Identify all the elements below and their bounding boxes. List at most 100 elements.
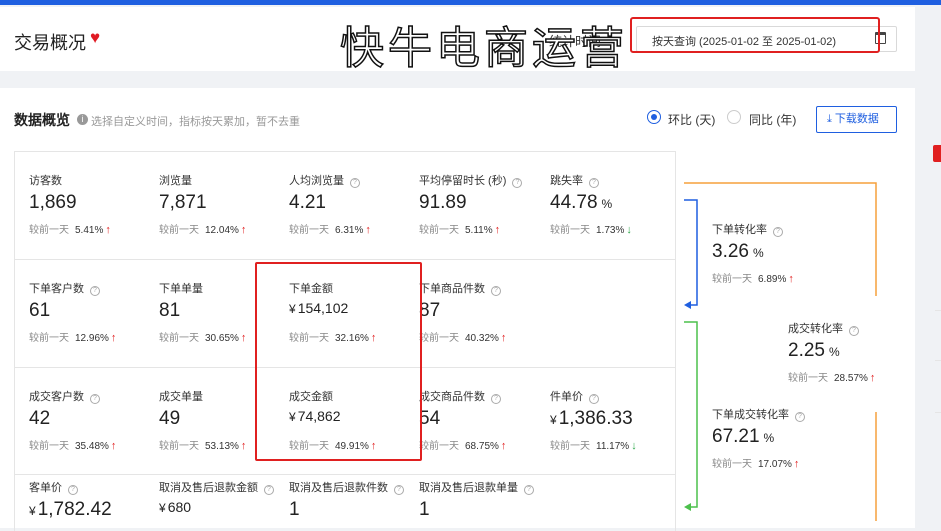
metric-value: 54 [419,408,441,429]
page-title: 交易概况 [14,33,86,53]
metric-order-items[interactable]: 下单商品件数? 87 较前一天 40.32% ↑ [419,280,549,344]
metric-value: 1,869 [29,192,77,213]
help-icon[interactable]: ? [491,394,501,404]
arrow-up-icon: ↑ [240,224,247,236]
arrow-up-icon: ↑ [110,332,117,344]
download-icon: ⤓ [827,113,832,125]
metric-label: 跳失率? [550,172,680,188]
metric-value: 1 [289,499,300,520]
side-tab[interactable] [933,145,941,162]
metric-compare: 较前一天 17.07% ↑ [712,458,800,470]
metric-label: 取消及售后退款单量? [419,479,549,495]
arrow-up-icon: ↑ [869,372,876,384]
section-hint: 选择自定义时间，指标按天累加，暂不去重 [91,116,300,128]
download-button[interactable]: ⤓ 下载数据 [816,106,897,133]
arrow-up-icon: ↑ [365,224,371,236]
date-highlight-box [630,17,880,53]
metric-avg-pv[interactable]: 人均浏览量? 4.21 较前一天 6.31% ↑ [289,172,419,236]
download-label: 下载数据 [834,113,879,125]
metric-avg-stay[interactable]: 平均停留时长 (秒)? 91.89 较前一天 5.11% ↑ [419,172,549,236]
metric-compare: 较前一天 5.11% ↑ [419,224,501,236]
metric-deal-items[interactable]: 成交商品件数? 54 较前一天 68.75% ↑ [419,388,549,452]
help-icon[interactable]: ? [264,485,274,495]
help-icon[interactable]: ? [350,178,360,188]
metric-value: 67.21% [712,426,775,447]
funnel-order-deal-conv[interactable]: 下单成交转化率? 67.21% 较前一天 17.07% ↑ [712,406,842,470]
metric-unit-price[interactable]: 件单价? ¥1,386.33 较前一天 11.17% ↓ [550,388,680,452]
row-divider [14,474,676,475]
arrow-up-icon: ↑ [105,224,111,236]
help-icon[interactable]: ? [491,286,501,296]
arrow-up-icon: ↑ [240,440,247,452]
help-icon[interactable]: ? [90,394,100,404]
heart-icon: ♥ [90,28,101,47]
arrow-up-icon: ↑ [494,224,501,236]
help-icon[interactable]: ? [589,394,599,404]
metric-compare: 较前一天 6.31% ↑ [289,224,371,236]
metric-value: 42 [29,408,51,429]
arrow-down-icon: ↓ [631,440,637,452]
help-icon[interactable]: ? [524,485,534,495]
metric-label: 平均停留时长 (秒)? [419,172,549,188]
metric-label: 浏览量 [159,175,192,187]
metric-compare: 较前一天 6.89% ↑ [712,273,794,285]
metric-label: 客单价? [29,479,159,495]
metric-label: 件单价? [550,388,680,404]
metric-order-customers[interactable]: 下单客户数? 61 较前一天 12.96% ↑ [29,280,159,344]
side-divider [935,310,941,311]
metric-label: 成交客户数? [29,388,159,404]
help-icon[interactable]: ? [90,286,100,296]
metric-compare: 较前一天 68.75% ↑ [419,440,507,452]
help-icon[interactable]: ? [795,412,805,422]
arrow-up-icon: ↑ [500,332,507,344]
metric-refund-amount[interactable]: 取消及售后退款金额? ¥680 [159,479,289,521]
radio-year-label[interactable]: 同比 (年) [749,111,796,128]
info-icon: i [77,114,88,125]
metric-refund-items[interactable]: 取消及售后退款件数? 1 [289,479,419,521]
funnel-deal-conv[interactable]: 成交转化率? 2.25% 较前一天 28.57% ↑ [788,320,918,384]
metric-label: 成交转化率? [788,320,918,336]
help-icon[interactable]: ? [512,178,523,188]
help-icon[interactable]: ? [68,485,78,495]
help-icon[interactable]: ? [773,227,783,237]
metric-compare: 较前一天 5.41% ↑ [29,224,111,236]
side-divider [935,360,941,361]
metric-label: 访客数 [29,175,62,187]
radio-day-label[interactable]: 环比 (天) [668,111,715,128]
funnel-order-conv[interactable]: 下单转化率? 3.26% 较前一天 6.89% ↑ [712,221,842,285]
arrow-up-icon: ↑ [240,332,247,344]
metric-customer-price[interactable]: 客单价? ¥1,782.42 [29,479,159,521]
metric-value: ¥1,386.33 [550,408,633,429]
metric-value: ¥1,782.42 [29,499,112,520]
watermark-text: 快牛电商运营 [339,22,628,75]
metric-refund-orders[interactable]: 取消及售后退款单量? 1 [419,479,549,521]
metric-pageviews[interactable]: 浏览量 7,871 较前一天 12.04% ↑ [159,172,289,236]
metric-visitors[interactable]: 访客数 1,869 较前一天 5.41% ↑ [29,172,159,236]
help-icon[interactable]: ? [394,485,404,495]
metric-label: 人均浏览量? [289,172,419,188]
metric-value: 7,871 [159,192,207,213]
metric-compare: 较前一天 12.04% ↑ [159,224,247,236]
radio-day-compare[interactable] [647,110,661,124]
metric-value: 91.89 [419,192,467,213]
arrow-down-icon: ↓ [626,224,632,236]
metric-compare: 较前一天 28.57% ↑ [788,372,876,384]
metric-compare: 较前一天 40.32% ↑ [419,332,507,344]
metric-label: 下单客户数? [29,280,159,296]
metric-deal-customers[interactable]: 成交客户数? 42 较前一天 35.48% ↑ [29,388,159,452]
arrow-up-icon: ↑ [793,458,800,470]
metric-compare: 较前一天 11.17% ↓ [550,440,637,452]
metric-value: 4.21 [289,192,326,213]
metric-value: 61 [29,300,51,321]
section-title: 数据概览 [14,112,70,128]
radio-year-compare[interactable] [727,110,741,124]
help-icon[interactable]: ? [849,326,859,336]
metric-value: 1 [419,499,430,520]
metric-label: 下单转化率? [712,221,842,237]
metric-bounce[interactable]: 跳失率? 44.78% 较前一天 1.73% ↓ [550,172,680,236]
metric-compare: 较前一天 12.96% ↑ [29,332,117,344]
help-icon[interactable]: ? [589,178,599,188]
metric-value: 2.25% [788,340,840,361]
metric-label: 取消及售后退款金额? [159,479,289,495]
metric-compare: 较前一天 35.48% ↑ [29,440,117,452]
